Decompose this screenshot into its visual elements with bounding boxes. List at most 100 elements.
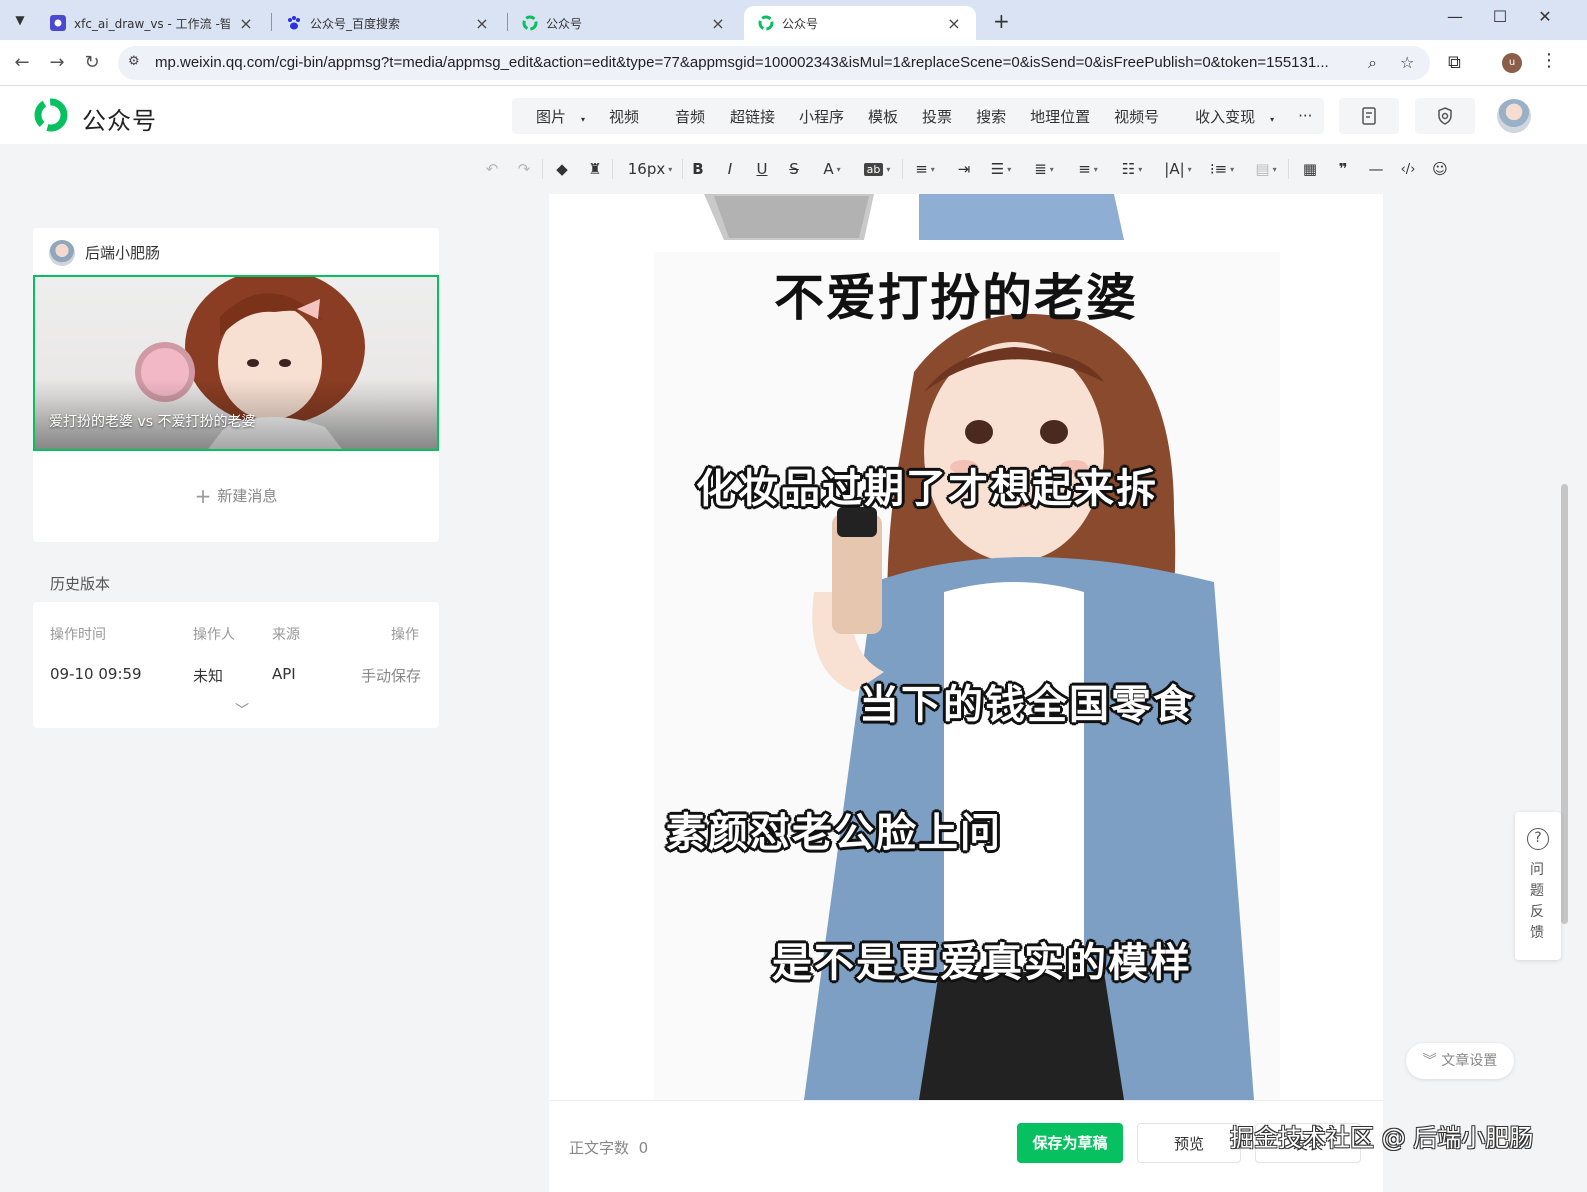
indent-icon[interactable]: ⇥	[952, 158, 976, 180]
dropdown-caret-icon: ▾	[1093, 164, 1098, 174]
wechat-mp-logo-icon	[34, 98, 68, 132]
font-color-icon[interactable]: A ▾	[816, 158, 848, 180]
indent-options-icon[interactable]: ☰ ▾	[985, 158, 1017, 180]
insert-image-menu[interactable]: 图片 ▾	[512, 106, 597, 127]
editor-canvas[interactable]: 不爱打扮的老婆 化妆品过期了才想起来拆 当下的钱全国零食 素颜怼老公脸上问 是不…	[549, 194, 1383, 1100]
chevron-down-icon[interactable]: ﹀	[235, 700, 249, 720]
site-settings-icon[interactable]: ⚙	[128, 54, 146, 72]
insert-video-button[interactable]: 视频	[597, 106, 651, 127]
text-width-icon[interactable]: |A| ▾	[1160, 158, 1196, 180]
security-button[interactable]	[1415, 98, 1475, 134]
close-icon[interactable]: ×	[474, 14, 490, 33]
article-main-image[interactable]: 不爱打扮的老婆 化妆品过期了才想起来拆 当下的钱全国零食 素颜怼老公脸上问 是不…	[654, 252, 1280, 1100]
browser-menu-kebab-icon[interactable]: ⋮	[1540, 50, 1558, 71]
bookmark-star-icon[interactable]: ☆	[1400, 53, 1414, 72]
align-icon[interactable]: ≡ ▾	[910, 158, 940, 180]
zoom-magnifier-icon[interactable]: ⌕	[1368, 53, 1377, 73]
format-painter-icon[interactable]: ♜	[585, 158, 605, 180]
dropdown-caret-icon: ▾	[1187, 164, 1192, 174]
extensions-puzzle-icon[interactable]: ⧉	[1448, 52, 1461, 73]
toolbar-divider	[682, 159, 683, 179]
background-color-icon[interactable]: ab ▾	[860, 158, 894, 180]
browser-tab-3[interactable]: 公众号 ×	[508, 6, 740, 40]
maximize-icon[interactable]: ☐	[1485, 7, 1515, 26]
minimize-icon[interactable]: —	[1440, 7, 1470, 26]
dropdown-caret-icon: ▾	[1230, 164, 1235, 174]
article-cover-selected[interactable]: 爱打扮的老婆 vs 不爱打扮的老婆	[33, 275, 439, 451]
clear-format-eraser-icon[interactable]: ◆	[552, 158, 572, 180]
insert-location-button[interactable]: 地理位置	[1018, 106, 1102, 127]
cover-title: 爱打扮的老婆 vs 不爱打扮的老婆	[49, 414, 256, 430]
history-table-card: 操作时间 操作人 来源 操作 09-10 09:59 未知 API 手动保存 ﹀	[33, 602, 439, 728]
previous-image-fragment	[704, 194, 1124, 240]
browser-tab-1[interactable]: xfc_ai_draw_vs - 工作流 -智能... ×	[36, 6, 268, 40]
back-arrow-icon[interactable]: ←	[10, 51, 34, 75]
quote-icon[interactable]: ❞	[1331, 158, 1355, 180]
close-icon[interactable]: ×	[946, 14, 962, 33]
history-cell-source: API	[272, 665, 296, 683]
wechat-mp-favicon-icon	[522, 15, 538, 31]
insert-channels-button[interactable]: 视频号	[1102, 106, 1171, 127]
history-cell-operator: 未知	[193, 667, 224, 685]
redo-icon[interactable]: ↷	[514, 158, 534, 180]
insert-vote-button[interactable]: 投票	[910, 106, 964, 127]
emoji-icon[interactable]: ☺	[1428, 158, 1452, 180]
insert-search-button[interactable]: 搜索	[964, 106, 1018, 127]
browser-tab-2[interactable]: 公众号_百度搜索 ×	[272, 6, 504, 40]
image-caption-4: 是不是更爱真实的模样	[772, 940, 1192, 986]
divider-line-icon[interactable]: —	[1364, 158, 1388, 180]
dropdown-caret-icon: ▾	[581, 114, 586, 124]
close-icon[interactable]: ×	[238, 14, 254, 33]
plus-icon: +	[194, 484, 212, 508]
window-close-icon[interactable]: ✕	[1530, 7, 1560, 26]
new-tab-plus-icon[interactable]: +	[993, 9, 1010, 33]
strikethrough-icon[interactable]: S	[784, 158, 804, 180]
forward-arrow-icon[interactable]: →	[45, 51, 69, 75]
browser-tab-4-active[interactable]: 公众号 ×	[744, 6, 976, 40]
url-omnibox[interactable]: ⚙ mp.weixin.qq.com/cgi-bin/appmsg?t=medi…	[118, 46, 1430, 80]
profile-avatar[interactable]: u	[1502, 53, 1522, 73]
article-settings-button[interactable]: ︾ 文章设置	[1406, 1043, 1514, 1079]
dropdown-caret-icon: ▾	[1138, 164, 1143, 174]
article-list-card: 后端小肥肠 爱打扮的老婆 vs 不爱打扮的老婆 + 新建消息	[33, 228, 439, 542]
dropdown-caret-icon: ▾	[668, 164, 673, 174]
list-icon[interactable]: ⁝≡ ▾	[1206, 158, 1238, 180]
insert-template-button[interactable]: 模板	[856, 106, 910, 127]
format-toolbar: ↶ ↷ ◆ ♜ 16px ▾ B I U S A ▾ ab ▾ ≡ ▾ ⇥ ☰ ▾ ≣ ▾ …	[0, 144, 1587, 194]
close-icon[interactable]: ×	[710, 14, 726, 33]
save-draft-button[interactable]: 保存为草稿	[1017, 1123, 1123, 1163]
table-icon[interactable]: ▦	[1298, 158, 1322, 180]
toolbar-divider	[1288, 159, 1289, 179]
more-insert-button[interactable]: ···	[1286, 107, 1324, 125]
brand-title: 公众号	[82, 107, 157, 135]
dropdown-caret-icon: ▾	[1007, 164, 1012, 174]
doc-check-button[interactable]	[1339, 98, 1399, 134]
underline-icon[interactable]: U	[752, 158, 772, 180]
shield-icon	[1438, 107, 1452, 125]
coze-favicon-icon	[50, 15, 66, 31]
line-height-icon[interactable]: ≡ ▾	[1072, 158, 1104, 180]
account-avatar	[49, 240, 75, 266]
tab-search-button[interactable]: ▼	[8, 8, 32, 32]
preview-button[interactable]: 预览	[1137, 1123, 1241, 1163]
font-size-select[interactable]: 16px ▾	[624, 158, 676, 180]
feedback-button[interactable]: ? 问题反馈	[1515, 812, 1561, 960]
reload-icon[interactable]: ↻	[80, 51, 104, 75]
history-manual-save-link[interactable]: 手动保存	[361, 665, 421, 686]
url-text[interactable]: mp.weixin.qq.com/cgi-bin/appmsg?t=media/…	[155, 54, 1355, 71]
insert-miniprogram-button[interactable]: 小程序	[787, 106, 856, 127]
baidu-paw-icon	[288, 16, 300, 30]
page-scrollbar-thumb[interactable]	[1561, 484, 1568, 924]
float-image-icon[interactable]: ▤ ▾	[1250, 158, 1282, 180]
italic-icon[interactable]: I	[720, 158, 740, 180]
insert-link-button[interactable]: 超链接	[718, 106, 787, 127]
user-avatar[interactable]	[1497, 99, 1531, 133]
monetize-menu[interactable]: 收入变现 ▾	[1171, 106, 1286, 127]
paragraph-spacing-icon[interactable]: ≣ ▾	[1028, 158, 1060, 180]
undo-icon[interactable]: ↶	[482, 158, 502, 180]
code-icon[interactable]: ‹/›	[1396, 158, 1420, 180]
bold-icon[interactable]: B	[688, 158, 708, 180]
letter-spacing-icon[interactable]: ☷ ▾	[1116, 158, 1148, 180]
new-message-button[interactable]: + 新建消息	[33, 484, 439, 508]
history-header-source: 来源	[272, 627, 300, 643]
